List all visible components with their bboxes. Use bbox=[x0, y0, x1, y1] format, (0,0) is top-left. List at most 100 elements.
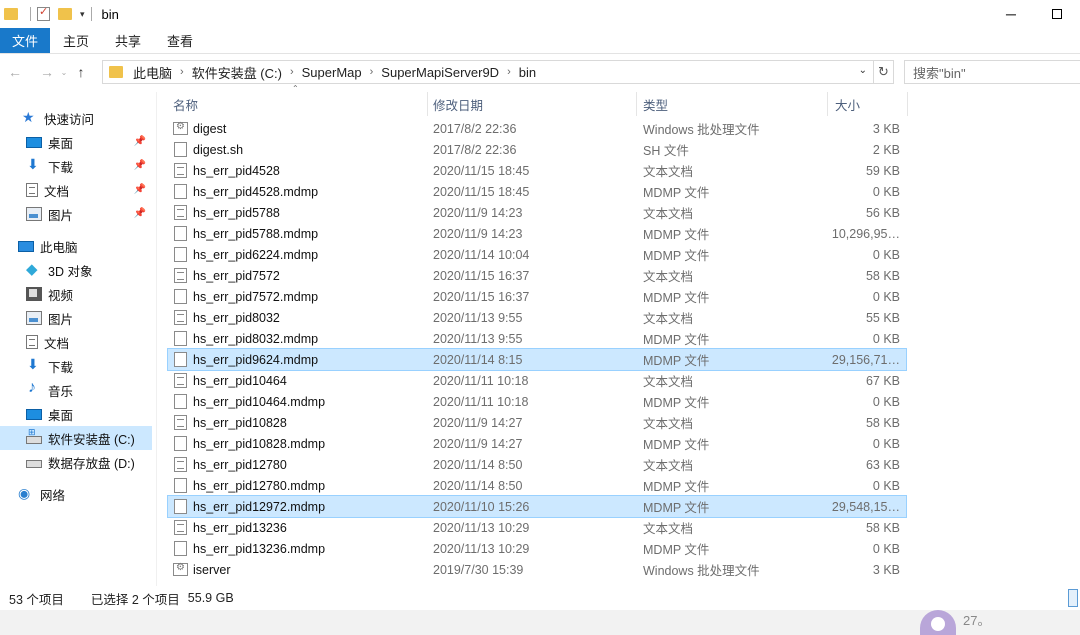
file-type: MDMP 文件 bbox=[643, 249, 710, 263]
file-row[interactable]: hs_err_pid6224.mdmp 2020/11/14 10:04 MDMP … bbox=[168, 244, 906, 265]
file-icon bbox=[174, 436, 187, 451]
file-row[interactable]: hs_err_pid5788.mdmp 2020/11/9 14:23 MDMP 文… bbox=[168, 223, 906, 244]
breadcrumb-this-pc[interactable]: 此电脑 bbox=[133, 63, 172, 82]
back-button[interactable]: ← bbox=[4, 64, 26, 80]
pin-icon[interactable]: 📌 bbox=[134, 208, 146, 219]
nav-downloads-pinned[interactable]: 下载 📌 bbox=[0, 154, 152, 178]
tab-view[interactable]: 查看 bbox=[154, 28, 206, 53]
nav-network[interactable]: 网络 bbox=[0, 482, 152, 506]
address-history-dropdown-icon[interactable]: ⌄ bbox=[859, 65, 867, 76]
nav-drive-c[interactable]: 软件安装盘 (C:) bbox=[0, 426, 152, 450]
breadcrumb-chevron-icon[interactable]: › bbox=[180, 66, 184, 78]
customize-toolbar-dropdown-icon[interactable]: ▾ bbox=[80, 9, 85, 20]
file-row[interactable]: hs_err_pid13236 2020/11/13 10:29 文本文档 58 KB bbox=[168, 517, 906, 538]
breadcrumb-supermapiserver9d[interactable]: SuperMapiServer9D bbox=[381, 65, 499, 80]
quick-access-toolbar: ▾ bbox=[4, 5, 85, 21]
column-header-type[interactable]: 类型 bbox=[643, 92, 823, 116]
file-name: hs_err_pid10464 bbox=[193, 373, 287, 388]
file-row[interactable]: hs_err_pid4528 2020/11/15 18:45 文本文档 59 KB bbox=[168, 160, 906, 181]
recent-locations-button[interactable]: ⌄ bbox=[58, 68, 70, 77]
file-row[interactable]: hs_err_pid8032.mdmp 2020/11/13 9:55 MDMP 文… bbox=[168, 328, 906, 349]
breadcrumb-supermap[interactable]: SuperMap bbox=[302, 65, 362, 80]
batch-file-icon bbox=[173, 121, 188, 135]
breadcrumb-bin[interactable]: bin bbox=[519, 65, 536, 80]
ribbon-tabs: 文件 主页 共享 查看 bbox=[0, 28, 1080, 54]
breadcrumb-drive-c[interactable]: 软件安装盘 (C:) bbox=[192, 63, 282, 82]
breadcrumb-chevron-icon[interactable]: › bbox=[370, 66, 374, 78]
new-folder-icon[interactable] bbox=[58, 8, 72, 20]
file-row[interactable]: hs_err_pid12972.mdmp 2020/11/10 15:26 MDMP… bbox=[167, 495, 907, 518]
file-name: hs_err_pid5788.mdmp bbox=[193, 226, 319, 241]
nav-desktop-pinned[interactable]: 桌面 📌 bbox=[0, 130, 152, 154]
breadcrumb-chevron-icon[interactable]: › bbox=[507, 66, 511, 78]
nav-downloads[interactable]: 下载 bbox=[0, 354, 152, 378]
nav-pictures[interactable]: 图片 bbox=[0, 306, 152, 330]
nav-documents[interactable]: 文档 bbox=[0, 330, 152, 354]
column-divider[interactable] bbox=[907, 92, 908, 116]
file-icon bbox=[174, 499, 187, 514]
nav-drive-d[interactable]: 数据存放盘 (D:) bbox=[0, 450, 152, 474]
file-row[interactable]: digest.sh 2017/8/2 22:36 SH 文件 2 KB bbox=[168, 139, 906, 160]
address-bar[interactable]: 此电脑 › 软件安装盘 (C:) › SuperMap › SuperMapiS… bbox=[102, 60, 894, 84]
file-icon bbox=[174, 184, 187, 199]
file-row[interactable]: hs_err_pid9624.mdmp 2020/11/14 8:15 MDMP 文… bbox=[167, 348, 907, 371]
minimize-button[interactable]: ─ bbox=[988, 0, 1034, 28]
pin-icon[interactable]: 📌 bbox=[134, 184, 146, 195]
nav-this-pc[interactable]: 此电脑 bbox=[0, 234, 152, 258]
refresh-button[interactable]: ↻ bbox=[873, 61, 893, 83]
nav-desktop[interactable]: 桌面 bbox=[0, 402, 152, 426]
column-divider[interactable] bbox=[427, 92, 428, 116]
file-row[interactable]: hs_err_pid13236.mdmp 2020/11/13 10:29 MDMP… bbox=[168, 538, 906, 559]
folder-icon bbox=[109, 66, 123, 78]
file-name: hs_err_pid8032.mdmp bbox=[193, 331, 319, 346]
file-row[interactable]: hs_err_pid8032 2020/11/13 9:55 文本文档 55 KB bbox=[168, 307, 906, 328]
nav-3d-objects[interactable]: 3D 对象 bbox=[0, 258, 152, 282]
file-name: hs_err_pid12780 bbox=[193, 457, 287, 472]
nav-videos[interactable]: 视频 bbox=[0, 282, 152, 306]
file-row[interactable]: hs_err_pid7572 2020/11/15 16:37 文本文档 58 KB bbox=[168, 265, 906, 286]
drive-c-icon bbox=[26, 427, 42, 444]
tab-file[interactable]: 文件 bbox=[0, 28, 51, 53]
search-input[interactable]: 搜索"bin" bbox=[904, 60, 1080, 84]
file-size: 56 KB bbox=[865, 205, 900, 220]
pin-icon[interactable]: 📌 bbox=[134, 136, 146, 147]
file-row[interactable]: hs_err_pid4528.mdmp 2020/11/15 18:45 MDMP … bbox=[168, 181, 906, 202]
forward-button[interactable]: → bbox=[36, 64, 58, 80]
nav-documents-pinned[interactable]: 文档 📌 bbox=[0, 178, 152, 202]
file-row[interactable]: digest 2017/8/2 22:36 Windows 批处理文件 3 KB bbox=[168, 118, 906, 139]
column-header-date[interactable]: 修改日期 bbox=[433, 92, 633, 116]
column-divider[interactable] bbox=[827, 92, 828, 116]
file-row[interactable]: hs_err_pid5788 2020/11/9 14:23 文本文档 56 KB bbox=[168, 202, 906, 223]
maximize-button[interactable] bbox=[1034, 0, 1080, 28]
file-icon bbox=[174, 289, 187, 304]
properties-icon[interactable] bbox=[37, 5, 50, 21]
details-view-button[interactable] bbox=[1068, 589, 1078, 607]
nav-music[interactable]: 音乐 bbox=[0, 378, 152, 402]
file-row[interactable]: hs_err_pid10828 2020/11/9 14:27 文本文档 58 KB bbox=[168, 412, 906, 433]
title-divider bbox=[90, 7, 92, 21]
file-row[interactable]: hs_err_pid12780 2020/11/14 8:50 文本文档 63 KB bbox=[168, 454, 906, 475]
file-type: 文本文档 bbox=[643, 522, 694, 536]
up-button[interactable]: ↑ bbox=[70, 64, 92, 80]
file-date: 2020/11/9 14:27 bbox=[433, 436, 523, 451]
column-header-name[interactable]: 名称 bbox=[173, 92, 423, 116]
nav-quick-access[interactable]: 快速访问 bbox=[0, 106, 152, 130]
nav-item-label: 音乐 bbox=[48, 384, 74, 399]
column-header-size[interactable]: 大小 bbox=[835, 92, 905, 116]
computer-icon bbox=[18, 240, 34, 252]
column-divider[interactable] bbox=[636, 92, 637, 116]
breadcrumb-chevron-icon[interactable]: › bbox=[290, 66, 294, 78]
file-row[interactable]: iserver 2019/7/30 15:39 Windows 批处理文件 3 KB bbox=[168, 559, 906, 580]
pin-icon[interactable]: 📌 bbox=[134, 160, 146, 171]
pane-splitter[interactable] bbox=[156, 92, 157, 586]
file-row[interactable]: hs_err_pid7572.mdmp 2020/11/15 16:37 MDMP … bbox=[168, 286, 906, 307]
file-row[interactable]: hs_err_pid10464 2020/11/11 10:18 文本文档 67 KB bbox=[168, 370, 906, 391]
file-row[interactable]: hs_err_pid10464.mdmp 2020/11/11 10:18 MDMP… bbox=[168, 391, 906, 412]
file-date: 2020/11/13 9:55 bbox=[433, 331, 523, 346]
tab-home[interactable]: 主页 bbox=[50, 28, 102, 53]
file-row[interactable]: hs_err_pid12780.mdmp 2020/11/14 8:50 MDMP … bbox=[168, 475, 906, 496]
tab-share[interactable]: 共享 bbox=[102, 28, 154, 53]
file-list: digest2017/8/2 22:36Windows 批处理文件3 KBdig… bbox=[167, 118, 907, 580]
nav-pictures-pinned[interactable]: 图片 📌 bbox=[0, 202, 152, 226]
file-row[interactable]: hs_err_pid10828.mdmp 2020/11/9 14:27 MDMP … bbox=[168, 433, 906, 454]
